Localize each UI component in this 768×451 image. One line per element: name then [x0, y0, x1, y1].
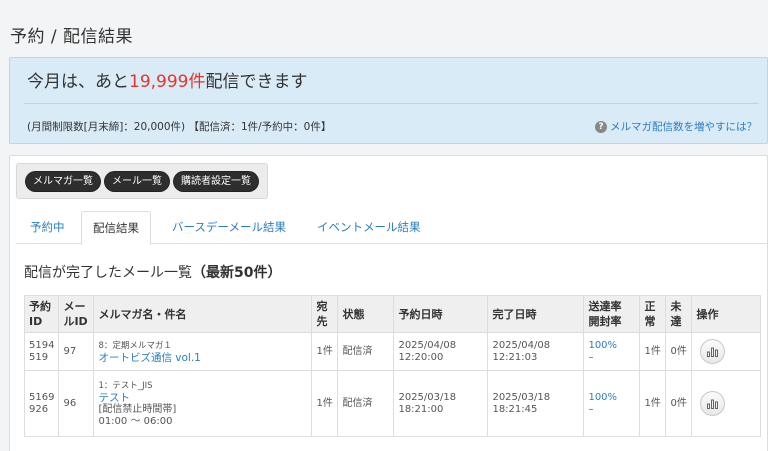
col-rates: 送達率 開封率	[583, 295, 641, 333]
status-text: 配信済	[337, 332, 395, 371]
normal-count: 1件	[639, 332, 667, 371]
nav-button-group: メルマガ一覧 メール一覧 購読者設定一覧	[16, 163, 268, 199]
quota-summary: 今月は、あと19,999件配信できます	[27, 67, 307, 92]
bar-chart-icon	[706, 347, 718, 357]
increase-quota-label: メルマガ配信数を増やすには？	[610, 121, 757, 133]
quota-panel: 今月は、あと19,999件配信できます (月間制限数[月末締]：20,000件)…	[9, 57, 768, 144]
tab-scheduled[interactable]: 予約中	[30, 211, 65, 244]
status-text: 配信済	[337, 370, 395, 437]
destination-count: 1件	[311, 370, 339, 437]
section-title: 配信が完了したメール一覧（最新50件）	[24, 262, 281, 282]
col-name: メルマガ名・件名	[93, 295, 313, 333]
help-icon: ?	[595, 120, 607, 133]
col-scheduled: 予約日時	[393, 295, 489, 333]
newsletter-name: 8：定期メルマガ１	[98, 340, 172, 351]
col-destination: 宛先	[311, 295, 339, 333]
completed-datetime: 2025/04/08 12:21:03	[487, 332, 585, 371]
operation-cell	[691, 370, 761, 437]
page-title: 予約 / 配信結果	[10, 27, 134, 47]
completed-datetime: 2025/03/18 18:21:45	[487, 370, 585, 437]
quota-suffix: 配信できます	[205, 72, 308, 92]
open-rate: –	[588, 403, 594, 415]
col-operation: 操作	[691, 295, 761, 333]
mail-id: 97	[58, 332, 95, 371]
col-undelivered: 未達	[665, 295, 693, 333]
subject-link[interactable]: テスト	[98, 392, 307, 404]
newsletter-name: 1：テスト_JIS	[98, 380, 153, 391]
quota-remaining: 19,999件	[129, 72, 206, 92]
tab-event-results[interactable]: イベントメール結果	[317, 211, 421, 244]
open-rate: –	[588, 351, 594, 363]
result-tabs: 予約中 配信結果 バースデーメール結果 イベントメール結果	[16, 211, 767, 245]
bar-chart-icon	[706, 399, 718, 409]
table-row: 5194 519 97 8：定期メルマガ１ オートビズ通信 vol.1 1件 配信…	[23, 332, 761, 371]
subscriber-settings-button[interactable]: 購読者設定一覧	[174, 171, 258, 191]
quota-divider	[24, 103, 759, 104]
quota-detail: (月間制限数[月末締]：20,000件) 【配信済：1件/予約中：0件】	[27, 121, 332, 133]
tab-delivery-results[interactable]: 配信結果	[81, 211, 151, 245]
reservation-id: 5194 519	[23, 332, 60, 371]
col-normal: 正常	[639, 295, 667, 333]
section-title-text: 配信が完了したメール一覧	[24, 265, 192, 281]
table-row: 5169 926 96 1：テスト_JIS テスト [配信禁止時間帯] 01:00…	[23, 370, 761, 437]
results-panel: メルマガ一覧 メール一覧 購読者設定一覧 予約中 配信結果 バースデーメール結果…	[9, 155, 768, 451]
col-status: 状態	[337, 295, 395, 333]
undelivered-count: 0件	[665, 370, 693, 437]
newsletter-list-button[interactable]: メルマガ一覧	[26, 171, 100, 191]
name-cell: 8：定期メルマガ１ オートビズ通信 vol.1	[93, 332, 313, 371]
undelivered-count: 0件	[665, 332, 693, 371]
quota-prefix: 今月は、あと	[27, 72, 129, 92]
scheduled-datetime: 2025/04/08 12:20:00	[393, 332, 489, 371]
scheduled-datetime: 2025/03/18 18:21:00	[393, 370, 489, 437]
subject-link[interactable]: オートビズ通信 vol.1	[98, 352, 307, 364]
section-count-note: （最新50件）	[192, 265, 282, 281]
reservation-id: 5169 926	[23, 370, 60, 437]
mail-list-button[interactable]: メール一覧	[105, 171, 169, 191]
col-mail-id: メー ルID	[58, 295, 95, 333]
report-button[interactable]	[700, 391, 726, 416]
rates-cell: 100% –	[583, 370, 641, 437]
report-button[interactable]	[700, 339, 726, 364]
rates-cell: 100% –	[583, 332, 641, 371]
operation-cell	[691, 332, 761, 371]
col-completed: 完了日時	[487, 295, 585, 333]
destination-count: 1件	[311, 332, 339, 371]
restriction-note: [配信禁止時間帯]	[98, 403, 177, 415]
mail-id: 96	[58, 370, 95, 437]
delivery-rate-link[interactable]: 100%	[588, 392, 617, 403]
tab-birthday-results[interactable]: バースデーメール結果	[172, 211, 286, 244]
results-table: 予約 ID メー ルID メルマガ名・件名 宛先 状態 予約日時 完了日時 送達率開…	[23, 295, 761, 437]
delivery-rate-link[interactable]: 100%	[588, 340, 617, 351]
table-header-row: 予約 ID メー ルID メルマガ名・件名 宛先 状態 予約日時 完了日時 送達率開…	[23, 295, 761, 333]
name-cell: 1：テスト_JIS テスト [配信禁止時間帯] 01:00 ～ 06:00	[93, 370, 313, 437]
restriction-time: 01:00 ～ 06:00	[98, 415, 173, 427]
increase-quota-link[interactable]: ? メルマガ配信数を増やすには？	[595, 119, 757, 134]
col-reservation-id: 予約 ID	[23, 295, 60, 333]
normal-count: 1件	[639, 370, 667, 437]
